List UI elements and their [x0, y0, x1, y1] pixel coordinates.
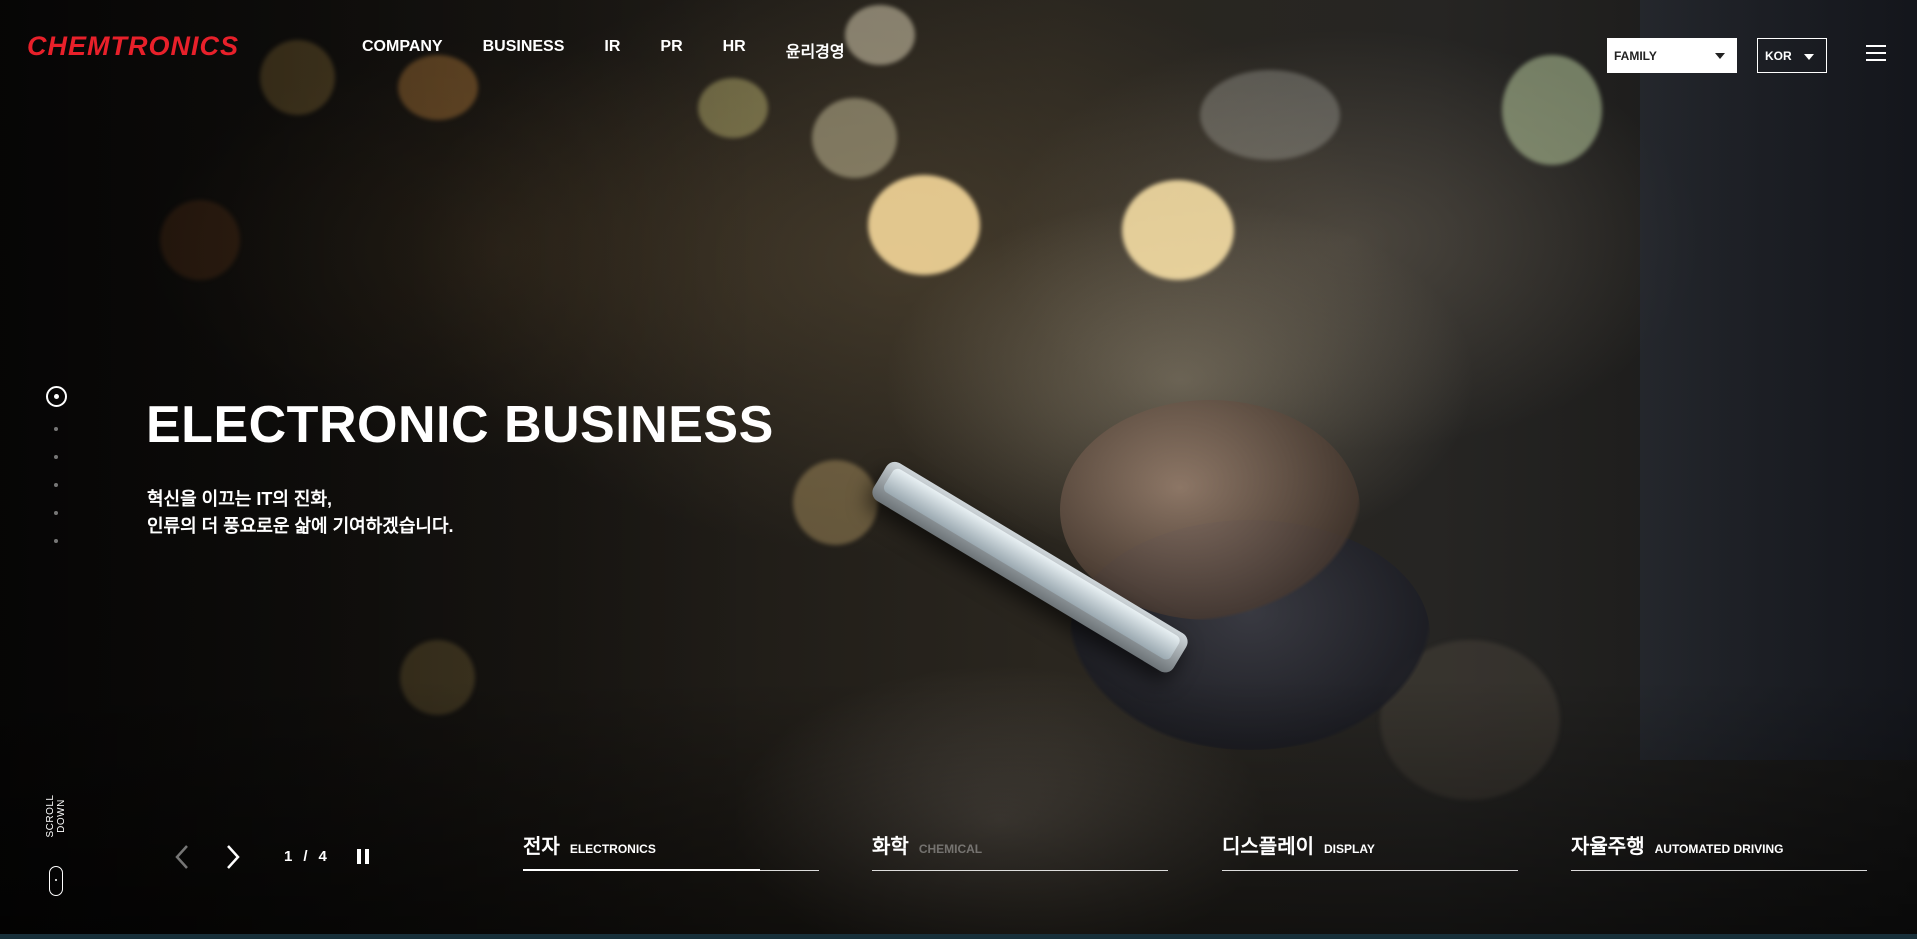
main-nav: COMPANY BUSINESS IR PR HR 윤리경영	[362, 38, 885, 62]
category-ko-label: 디스플레이	[1222, 836, 1314, 858]
pager-dot[interactable]	[54, 511, 58, 515]
pager-dot[interactable]	[54, 483, 58, 487]
pager-dot-active[interactable]	[45, 386, 67, 407]
nav-hr[interactable]: HR	[723, 38, 746, 62]
hero-desc-line1: 혁신을 이끄는 IT의 진화,	[147, 489, 333, 509]
category-en-label: ELECTRONICS	[569, 842, 656, 856]
family-select-label: FAMILY	[1614, 48, 1657, 63]
nav-ir[interactable]: IR	[604, 38, 620, 62]
category-tab-display[interactable]: 디스플레이 DISPLAY	[1222, 830, 1518, 871]
hero-desc-line2: 인류의 더 풍요로운 삶에 기여하겠습니다.	[147, 516, 454, 536]
category-en-label: CHEMICAL	[918, 842, 983, 856]
chevron-down-icon	[1804, 54, 1814, 60]
nav-business[interactable]: BUSINESS	[483, 38, 565, 62]
hero-description: 혁신을 이끄는 IT의 진화, 인류의 더 풍요로운 삶에 기여하겠습니다.	[147, 486, 454, 540]
logo[interactable]: CHEMTRONICS	[27, 31, 239, 62]
scroll-down-label: SCROLL DOWN	[45, 794, 67, 838]
pager-dot[interactable]	[54, 427, 58, 431]
chevron-left-icon[interactable]	[172, 844, 194, 870]
nav-company[interactable]: COMPANY	[362, 38, 443, 62]
category-tab-chemical[interactable]: 화학 CHEMICAL	[872, 830, 1168, 871]
hero-title: ELECTRONIC BUSINESS	[146, 396, 774, 454]
category-en-label: DISPLAY	[1324, 842, 1375, 856]
mouse-scroll-icon[interactable]	[49, 866, 63, 896]
hero-background-image	[0, 0, 1917, 939]
bottom-accent-bar	[0, 934, 1917, 939]
slide-counter: 1 / 4	[284, 848, 328, 865]
pager-dot[interactable]	[54, 539, 58, 543]
language-select[interactable]: KOR	[1757, 38, 1827, 73]
language-select-label: KOR	[1765, 48, 1792, 63]
category-tab-automated-driving[interactable]: 자율주행 AUTOMATED DRIVING	[1571, 830, 1867, 871]
slide-current: 1	[284, 848, 294, 865]
slide-total: 4	[318, 848, 328, 865]
chevron-down-icon	[1715, 53, 1725, 59]
category-progress-bar	[523, 869, 760, 871]
section-pager	[43, 386, 69, 567]
pager-dot[interactable]	[54, 455, 58, 459]
slide-separator: /	[303, 848, 309, 865]
nav-ethics[interactable]: 윤리경영	[786, 38, 845, 62]
category-ko-label: 화학	[872, 836, 909, 858]
hamburger-icon[interactable]	[1866, 45, 1886, 61]
category-ko-label: 자율주행	[1571, 836, 1645, 858]
category-tab-electronics[interactable]: 전자 ELECTRONICS	[523, 830, 819, 871]
family-site-select[interactable]: FAMILY	[1607, 38, 1737, 73]
nav-pr[interactable]: PR	[660, 38, 682, 62]
chevron-right-icon[interactable]	[222, 844, 244, 870]
category-ko-label: 전자	[523, 836, 560, 858]
category-en-label: AUTOMATED DRIVING	[1654, 842, 1784, 856]
pause-icon[interactable]	[357, 849, 371, 864]
